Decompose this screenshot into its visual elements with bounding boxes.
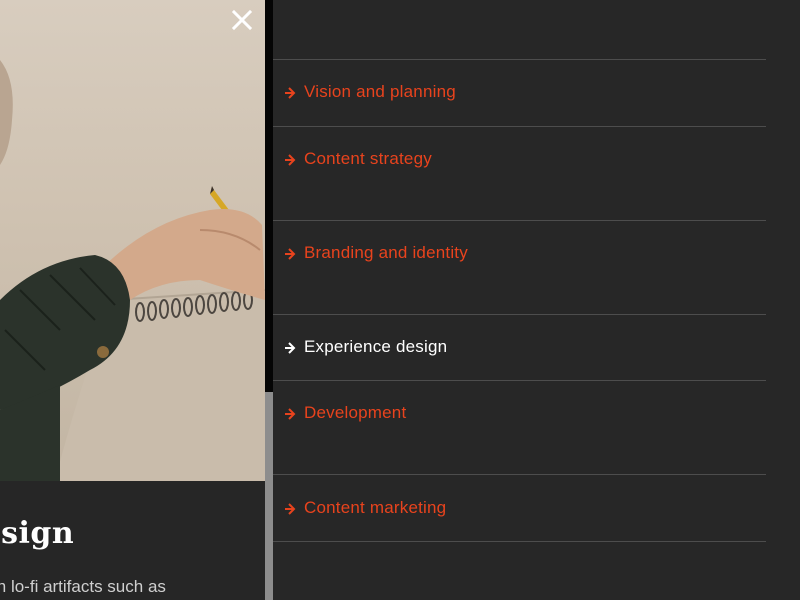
menu-item-branding-and-identity[interactable]: Branding and identity	[273, 243, 766, 263]
menu-item-label: Content strategy	[304, 149, 432, 168]
menu-item-content-marketing[interactable]: Content marketing	[273, 498, 766, 518]
hero-photo	[0, 0, 265, 481]
person-sketching-photo	[0, 60, 265, 481]
menu-divider	[273, 220, 766, 221]
panel-divider	[265, 0, 273, 392]
services-menu: Vision and planning Content strategy Bra…	[273, 0, 800, 600]
arrow-right-icon	[285, 408, 296, 420]
menu-item-experience-design[interactable]: Experience design	[273, 337, 766, 357]
menu-divider	[273, 59, 766, 60]
menu-divider	[273, 474, 766, 475]
menu-item-label: Vision and planning	[304, 82, 456, 101]
close-button[interactable]	[229, 7, 255, 33]
menu-item-development[interactable]: Development	[273, 403, 766, 423]
menu-item-vision-and-planning[interactable]: Vision and planning	[273, 82, 766, 102]
menu-item-content-strategy[interactable]: Content strategy	[273, 149, 766, 169]
arrow-right-icon	[285, 503, 296, 515]
menu-item-label: Content marketing	[304, 498, 447, 517]
menu-item-label: Branding and identity	[304, 243, 468, 262]
arrow-right-icon	[285, 154, 296, 166]
menu-divider	[273, 126, 766, 127]
menu-divider	[273, 541, 766, 542]
menu-item-label: Experience design	[304, 337, 448, 356]
scrollbar-track[interactable]	[265, 392, 273, 600]
feature-description: with lo-fi artifacts such as	[0, 577, 166, 596]
menu-divider	[273, 314, 766, 315]
menu-item-label: Development	[304, 403, 407, 422]
close-icon	[231, 9, 253, 31]
feature-panel: design with lo-fi artifacts such as	[0, 0, 265, 600]
arrow-right-icon	[285, 248, 296, 260]
menu-divider	[273, 380, 766, 381]
arrow-right-icon	[285, 342, 296, 354]
arrow-right-icon	[285, 87, 296, 99]
feature-title: design	[0, 516, 75, 551]
